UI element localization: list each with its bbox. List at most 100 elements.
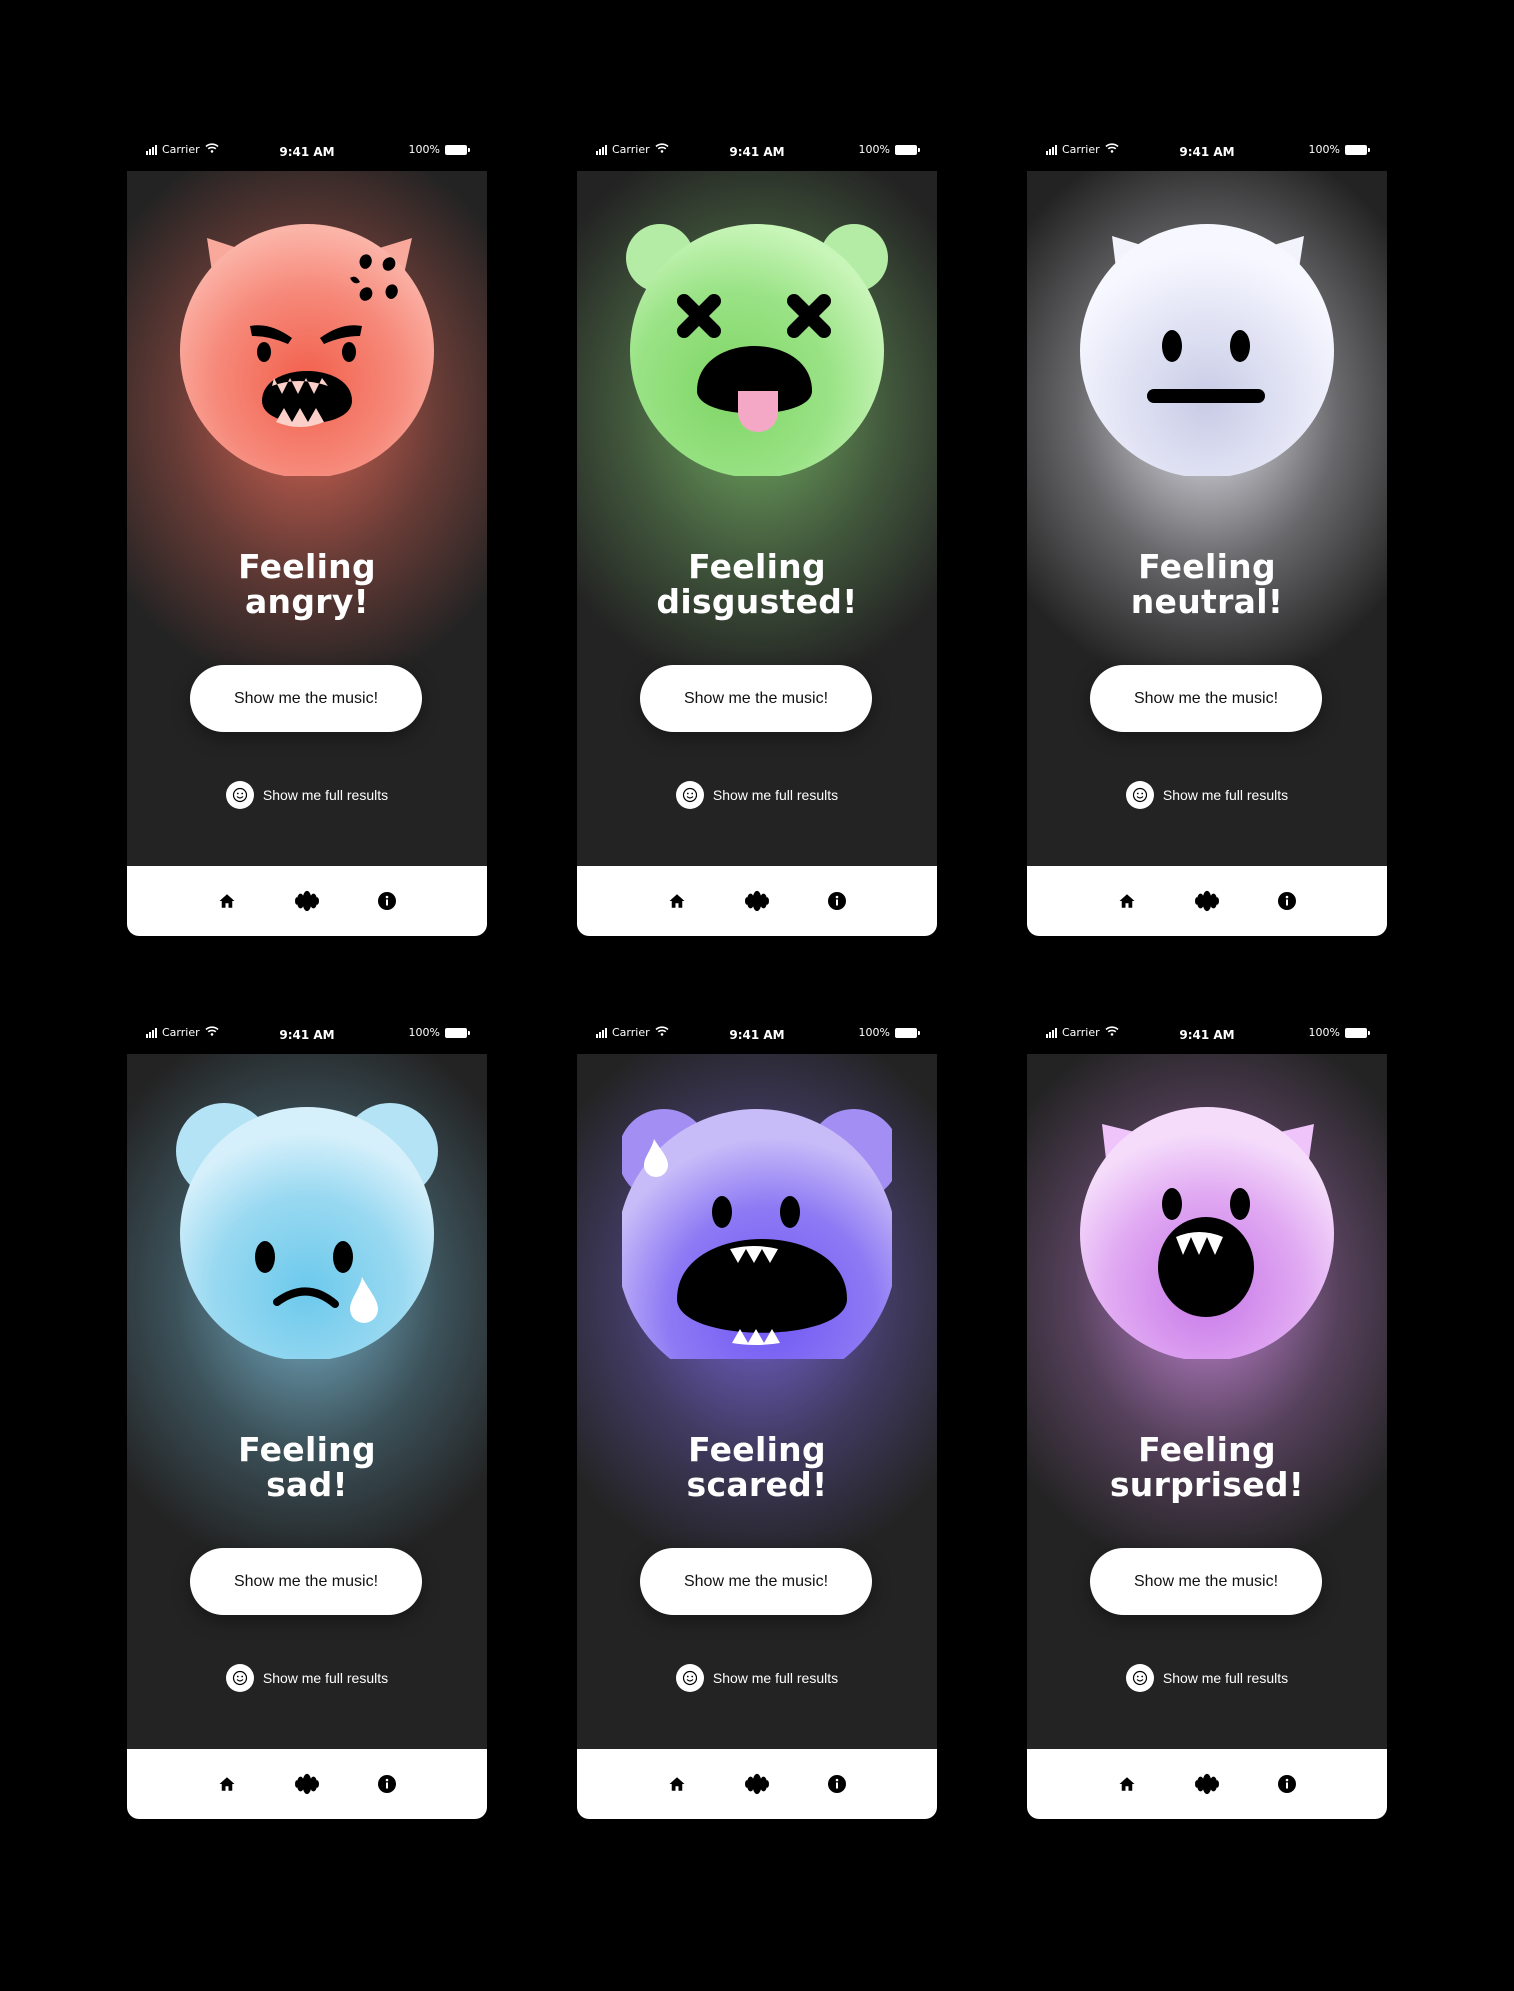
waveform-icon[interactable] xyxy=(295,1772,319,1796)
mood-title: Feeling sad! xyxy=(127,1432,487,1502)
phone-screen-surprised: Carrier 9:41 AM 100% Feeling surprised! … xyxy=(1027,1017,1387,1819)
mood-screen: Feeling disgusted! Show me the music! Sh… xyxy=(577,171,937,866)
waveform-icon[interactable] xyxy=(295,889,319,913)
show-full-results-link[interactable]: Show me full results xyxy=(577,1664,937,1692)
bottom-nav xyxy=(1027,1749,1387,1819)
mood-title-line1: Feeling xyxy=(688,547,826,586)
home-icon[interactable] xyxy=(1115,1772,1139,1796)
bottom-nav xyxy=(577,1749,937,1819)
mood-title-line1: Feeling xyxy=(238,1430,376,1469)
mood-title-line1: Feeling xyxy=(238,547,376,586)
show-full-results-link[interactable]: Show me full results xyxy=(577,781,937,809)
battery-label: 100% xyxy=(408,143,440,156)
waveform-icon[interactable] xyxy=(745,889,769,913)
battery-label: 100% xyxy=(408,1026,440,1039)
info-icon[interactable] xyxy=(1275,889,1299,913)
battery-icon xyxy=(445,1027,470,1038)
mood-title: Feeling surprised! xyxy=(1027,1432,1387,1502)
show-music-button[interactable]: Show me the music! xyxy=(640,665,872,732)
show-full-results-label: Show me full results xyxy=(1162,787,1289,803)
mood-title-line2: surprised! xyxy=(1109,1465,1305,1504)
surprised-face-icon xyxy=(1072,1099,1342,1361)
waveform-icon[interactable] xyxy=(1195,889,1219,913)
show-full-results-link[interactable]: Show me full results xyxy=(1027,1664,1387,1692)
phone-screen-neutral: Carrier 9:41 AM 100% Feeling neutral! Sh… xyxy=(1027,134,1387,936)
scared-face-icon xyxy=(617,1099,900,1389)
mood-screen: Feeling angry! Show me the music! Show m… xyxy=(127,171,487,866)
home-icon[interactable] xyxy=(215,1772,239,1796)
bottom-nav xyxy=(1027,866,1387,936)
mood-title-line2: scared! xyxy=(686,1465,828,1504)
smiley-icon xyxy=(1125,781,1154,809)
sad-face-icon xyxy=(172,1099,442,1361)
show-music-button[interactable]: Show me the music! xyxy=(190,665,422,732)
battery-icon xyxy=(895,1027,920,1038)
mood-title-line1: Feeling xyxy=(1138,547,1276,586)
bottom-nav xyxy=(127,1749,487,1819)
mood-title-line1: Feeling xyxy=(1138,1430,1276,1469)
phone-screen-angry: Carrier 9:41 AM 100% Feeling angry! Show… xyxy=(127,134,487,936)
smiley-icon xyxy=(675,781,704,809)
status-bar: Carrier 9:41 AM 100% xyxy=(1027,134,1387,171)
show-full-results-label: Show me full results xyxy=(262,1670,389,1686)
show-music-button[interactable]: Show me the music! xyxy=(190,1548,422,1615)
mood-screen: Feeling neutral! Show me the music! Show… xyxy=(1027,171,1387,866)
mood-title: Feeling angry! xyxy=(127,549,487,619)
status-bar: Carrier 9:41 AM 100% xyxy=(127,1017,487,1054)
waveform-icon[interactable] xyxy=(745,1772,769,1796)
mood-screen: Feeling sad! Show me the music! Show me … xyxy=(127,1054,487,1749)
show-full-results-label: Show me full results xyxy=(712,1670,839,1686)
mood-title-line2: sad! xyxy=(266,1465,348,1504)
neutral-face-icon xyxy=(1072,216,1342,478)
battery-icon xyxy=(1345,144,1370,155)
phone-screen-scared: Carrier 9:41 AM 100% Feeling scared! Sho… xyxy=(577,1017,937,1819)
show-full-results-link[interactable]: Show me full results xyxy=(127,781,487,809)
waveform-icon[interactable] xyxy=(1195,1772,1219,1796)
status-bar: Carrier 9:41 AM 100% xyxy=(127,134,487,171)
disgusted-face-icon xyxy=(622,216,892,478)
smiley-icon xyxy=(675,1664,704,1692)
show-full-results-link[interactable]: Show me full results xyxy=(127,1664,487,1692)
home-icon[interactable] xyxy=(215,889,239,913)
info-icon[interactable] xyxy=(375,1772,399,1796)
home-icon[interactable] xyxy=(1115,889,1139,913)
phone-screen-disgusted: Carrier 9:41 AM 100% Feeling disgusted! … xyxy=(577,134,937,936)
home-icon[interactable] xyxy=(665,1772,689,1796)
mood-screen: Feeling scared! Show me the music! Show … xyxy=(577,1054,937,1749)
battery-label: 100% xyxy=(858,143,890,156)
battery-label: 100% xyxy=(858,1026,890,1039)
info-icon[interactable] xyxy=(825,1772,849,1796)
mood-title: Feeling disgusted! xyxy=(577,549,937,619)
angry-face-icon xyxy=(172,216,442,478)
mood-title-line2: disgusted! xyxy=(656,582,858,621)
battery-label: 100% xyxy=(1308,1026,1340,1039)
mood-title: Feeling scared! xyxy=(577,1432,937,1502)
show-full-results-label: Show me full results xyxy=(712,787,839,803)
mood-screen: Feeling surprised! Show me the music! Sh… xyxy=(1027,1054,1387,1749)
show-full-results-label: Show me full results xyxy=(1162,1670,1289,1686)
bottom-nav xyxy=(127,866,487,936)
battery-icon xyxy=(895,144,920,155)
show-music-button[interactable]: Show me the music! xyxy=(1090,665,1322,732)
info-icon[interactable] xyxy=(375,889,399,913)
show-full-results-label: Show me full results xyxy=(262,787,389,803)
battery-icon xyxy=(445,144,470,155)
phone-screen-sad: Carrier 9:41 AM 100% Feeling sad! Show m… xyxy=(127,1017,487,1819)
battery-label: 100% xyxy=(1308,143,1340,156)
show-music-button[interactable]: Show me the music! xyxy=(640,1548,872,1615)
mood-title-line1: Feeling xyxy=(688,1430,826,1469)
bottom-nav xyxy=(577,866,937,936)
smiley-icon xyxy=(225,1664,254,1692)
mood-title: Feeling neutral! xyxy=(1027,549,1387,619)
battery-icon xyxy=(1345,1027,1370,1038)
mood-title-line2: angry! xyxy=(244,582,370,621)
mood-title-line2: neutral! xyxy=(1130,582,1284,621)
show-full-results-link[interactable]: Show me full results xyxy=(1027,781,1387,809)
info-icon[interactable] xyxy=(825,889,849,913)
home-icon[interactable] xyxy=(665,889,689,913)
info-icon[interactable] xyxy=(1275,1772,1299,1796)
smiley-icon xyxy=(1125,1664,1154,1692)
smiley-icon xyxy=(225,781,254,809)
show-music-button[interactable]: Show me the music! xyxy=(1090,1548,1322,1615)
status-bar: Carrier 9:41 AM 100% xyxy=(1027,1017,1387,1054)
